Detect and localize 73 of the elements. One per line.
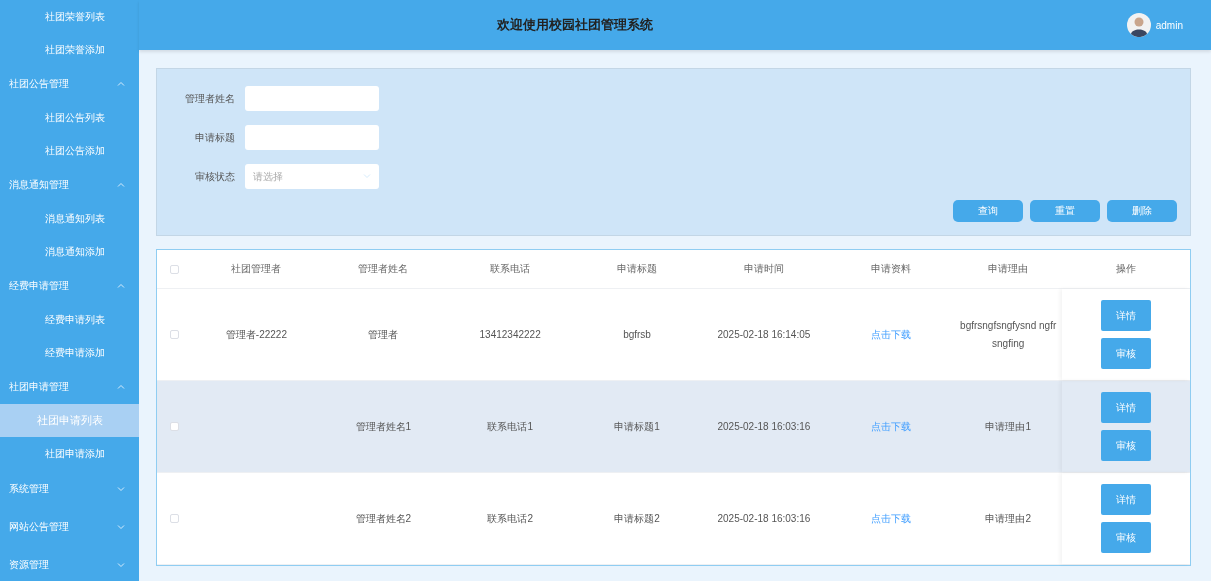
field-label: 申请标题 (194, 130, 235, 145)
action-button[interactable]: 删除 (1107, 200, 1177, 222)
column-header: 操作 (1116, 263, 1137, 274)
chevron-down-icon (117, 562, 125, 568)
avatar-icon[interactable] (1126, 13, 1151, 37)
sidebar-item[interactable]: 社团荣誉添加 (0, 33, 139, 66)
sidebar-item[interactable]: 社团申请列表 (0, 404, 139, 437)
table-cell: 管理者 (368, 328, 399, 340)
table-cell: 管理者姓名2 (355, 512, 412, 524)
table-cell: bgfrsngfsngfysnd ngfrsngfing (960, 319, 1057, 349)
table-cell: bgfrsb (623, 328, 651, 340)
row-action-button[interactable]: 审核 (1101, 430, 1152, 461)
sidebar-group[interactable]: 资源管理 (0, 546, 139, 581)
field-label: 管理者姓名 (184, 91, 235, 106)
sidebar-item[interactable]: 经费申请添加 (0, 336, 139, 369)
column-header: 管理者姓名 (358, 263, 409, 274)
sidebar-group[interactable]: 经费申请管理 (0, 268, 139, 303)
column-header: 社团管理者 (231, 263, 282, 274)
sidebar-item[interactable]: 社团申请添加 (0, 437, 139, 470)
input-field[interactable] (245, 125, 379, 150)
download-link[interactable]: 点击下载 (870, 328, 911, 340)
table-cell: 联系电话2 (487, 512, 533, 524)
row-action-button[interactable]: 详情 (1101, 392, 1152, 423)
row-action-button[interactable]: 详情 (1101, 300, 1152, 331)
input-field[interactable] (245, 86, 379, 111)
row-checkbox[interactable] (170, 514, 180, 523)
column-header: 申请标题 (617, 263, 658, 274)
page-title: 欢迎使用校园社团管理系统 (497, 16, 654, 34)
sidebar-item[interactable]: 消息通知列表 (0, 202, 139, 235)
user-name[interactable]: admin (1155, 19, 1183, 31)
table-cell: 申请标题2 (614, 512, 660, 524)
sidebar-item[interactable]: 社团公告添加 (0, 134, 139, 167)
chevron-up-icon (117, 384, 125, 389)
sidebar-item[interactable]: 社团公告列表 (0, 101, 139, 134)
table-cell: 申请标题1 (614, 420, 660, 432)
sidebar-group[interactable]: 社团公告管理 (0, 66, 139, 101)
select-all-checkbox[interactable] (170, 264, 180, 274)
column-header: 申请时间 (743, 263, 784, 274)
table-cell: 管理者姓名1 (355, 420, 412, 432)
sidebar-item[interactable]: 经费申请列表 (0, 303, 139, 336)
column-header: 申请资料 (870, 263, 911, 274)
table-cell: 申请理由1 (985, 420, 1031, 432)
row-action-button[interactable]: 详情 (1101, 484, 1152, 515)
column-header: 申请理由 (988, 263, 1029, 274)
table-cell: 2025-02-18 16:03:16 (717, 420, 811, 432)
chevron-down-icon (117, 486, 125, 492)
sidebar-item[interactable]: 消息通知添加 (0, 235, 139, 268)
row-action-button[interactable]: 审核 (1101, 338, 1152, 369)
table-cell: 管理者-22222 (225, 328, 287, 340)
row-checkbox[interactable] (170, 330, 180, 339)
status-select[interactable]: 请选择 (245, 164, 379, 189)
table-cell: 联系电话1 (487, 420, 533, 432)
chevron-up-icon (117, 182, 125, 187)
table-cell: 13412342222 (479, 328, 541, 340)
action-button[interactable]: 重置 (1030, 200, 1100, 222)
sidebar-group[interactable]: 系统管理 (0, 470, 139, 508)
table-cell: 2025-02-18 16:03:16 (717, 512, 811, 524)
action-button[interactable]: 查询 (953, 200, 1023, 222)
column-header: 联系电话 (490, 263, 531, 274)
row-action-button[interactable]: 审核 (1101, 522, 1152, 553)
download-link[interactable]: 点击下载 (870, 420, 911, 432)
chevron-down-icon (117, 524, 125, 530)
sidebar-item[interactable]: 社团荣誉列表 (0, 0, 139, 33)
download-link[interactable]: 点击下载 (870, 512, 911, 524)
chevron-up-icon (117, 81, 125, 86)
row-checkbox[interactable] (170, 422, 180, 431)
chevron-up-icon (117, 283, 125, 288)
table-cell: 申请理由2 (985, 512, 1031, 524)
sidebar-group[interactable]: 社团申请管理 (0, 369, 139, 404)
field-label: 审核状态 (194, 169, 235, 184)
sidebar-group[interactable]: 网站公告管理 (0, 508, 139, 546)
sidebar-group[interactable]: 消息通知管理 (0, 167, 139, 202)
table-cell: 2025-02-18 16:14:05 (717, 328, 811, 340)
